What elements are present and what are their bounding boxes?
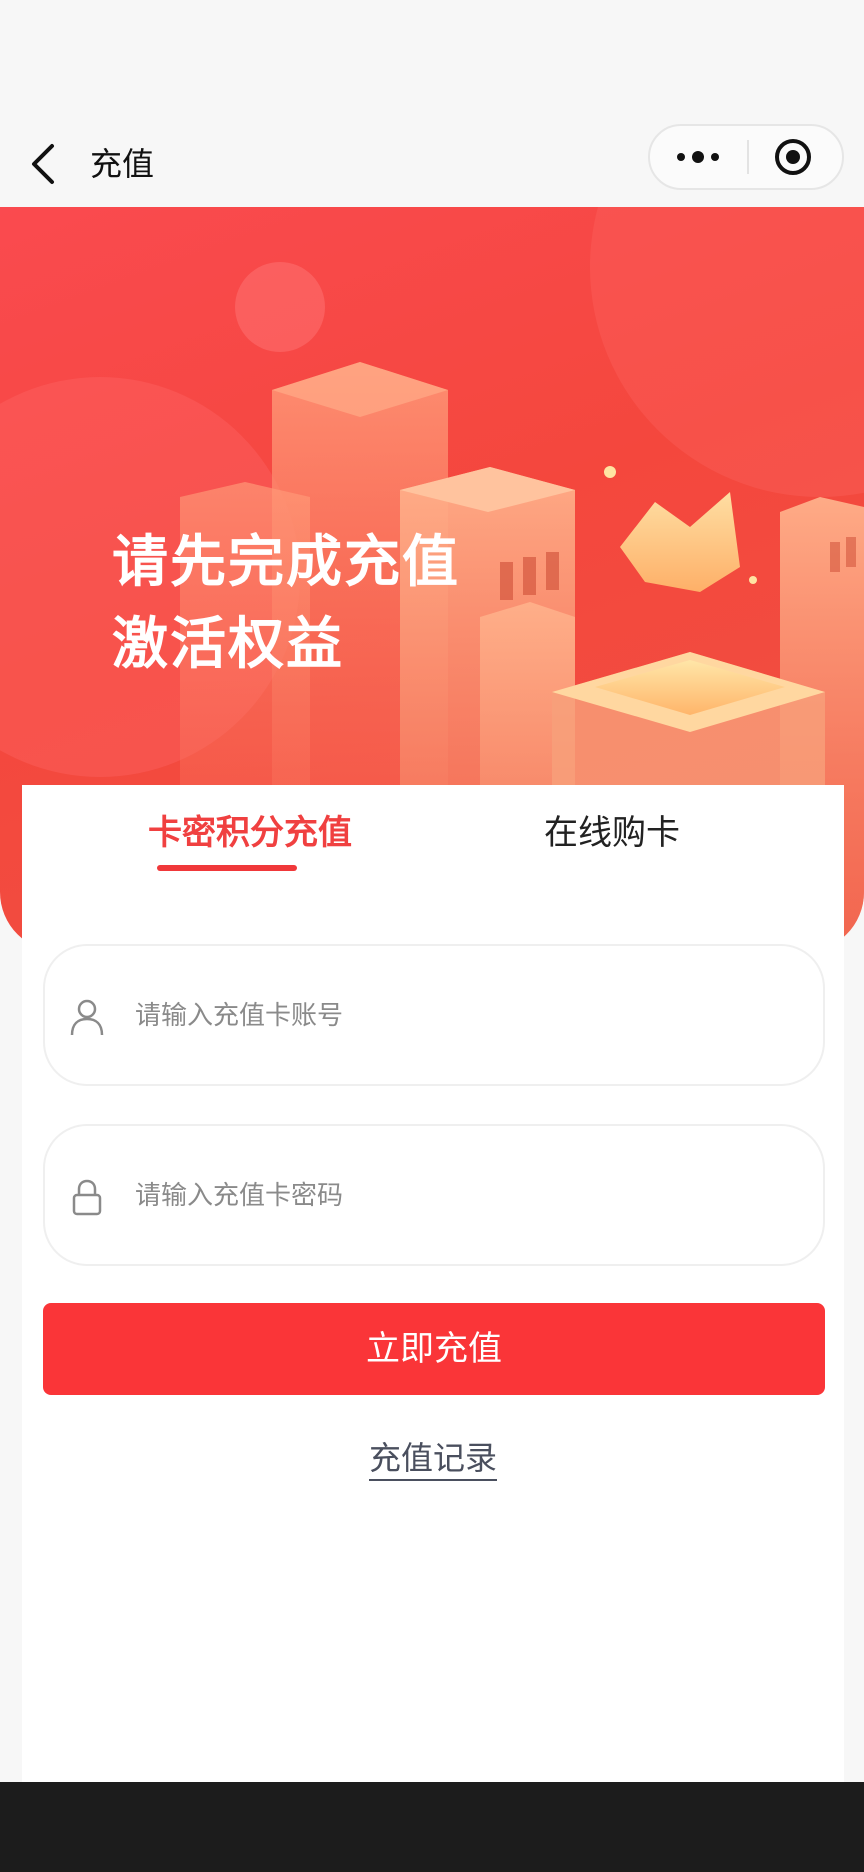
system-home-bar [0,1782,864,1872]
status-bar [0,0,864,120]
hero-headline: 请先完成充值 [112,530,460,595]
card-password-field[interactable] [43,1124,825,1266]
user-icon [70,999,104,1036]
page-title: 充值 [90,145,155,183]
active-tab-indicator [157,865,297,871]
card-password-input[interactable] [135,1156,775,1236]
tab-card-points-recharge[interactable]: 卡密积分充值 [102,803,398,863]
more-button[interactable] [650,126,747,188]
card-account-input[interactable] [135,976,775,1056]
more-dots-icon [677,151,719,163]
back-button[interactable] [20,138,72,190]
recharge-card: 卡密积分充值 在线购卡 立即充值 充值记录 [22,785,844,1785]
recharge-records-label: 充值记录 [368,1439,497,1481]
lock-icon [72,1179,102,1216]
recharge-now-button[interactable]: 立即充值 [43,1303,825,1395]
hero-subheadline: 激活权益 [112,612,344,677]
mini-program-capsule [648,124,844,190]
card-account-field[interactable] [43,944,825,1086]
chevron-left-icon [32,144,54,184]
recharge-records-link[interactable]: 充值记录 [22,1433,844,1481]
nav-bar: 充值 [0,120,864,208]
tab-online-buy-card[interactable]: 在线购卡 [462,803,762,863]
close-mini-program-button[interactable] [749,126,842,188]
target-icon [775,139,811,175]
